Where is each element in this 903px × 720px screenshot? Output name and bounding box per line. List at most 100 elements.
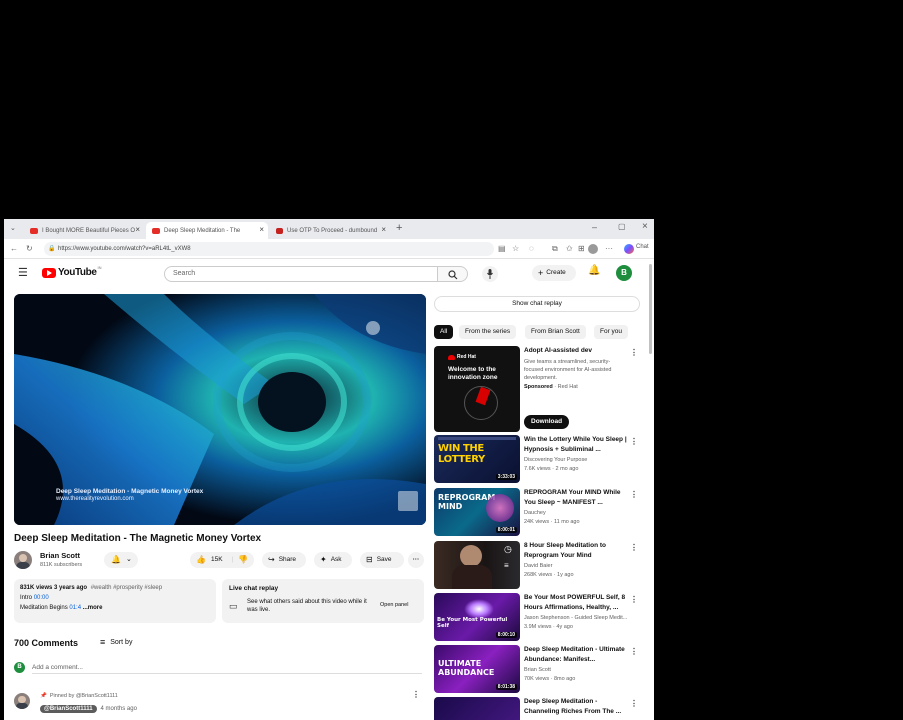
recommendation-2[interactable]: REPROGRAM MIND 8:00:01 REPROGRAM Your MI…	[434, 488, 646, 538]
rec-more-icon[interactable]: ⋮	[630, 543, 638, 552]
rec-channel: Dauchey	[524, 510, 546, 516]
account-avatar[interactable]: B	[616, 265, 632, 281]
recommendation-3[interactable]: ◷ ≡ 8 Hour Sleep Meditation to Reprogram…	[434, 541, 646, 591]
ad-download-button[interactable]: Download	[524, 415, 570, 429]
divider: |	[231, 556, 234, 563]
refresh-icon[interactable]: ↻	[26, 243, 33, 255]
rec-duration: 8:01:38	[495, 684, 517, 690]
refresh-alt-icon[interactable]: ◌	[529, 243, 534, 255]
notifications-bell-icon[interactable]: 🔔	[588, 265, 600, 276]
back-icon[interactable]: ←	[10, 243, 18, 255]
close-tab-icon[interactable]: ×	[259, 225, 264, 234]
rec-thumbnail: Be Your Most Powerful Self 8:00:10	[434, 593, 520, 641]
sparkle-icon: ✦	[320, 555, 327, 564]
comments-count: 700 Comments	[14, 638, 79, 648]
chip-all[interactable]: All	[434, 325, 454, 339]
youtube-logo[interactable]: YouTube IN	[42, 265, 102, 278]
sort-icon: ≡	[100, 637, 106, 647]
url-field[interactable]: 🔒 https://www.youtube.com/watch?v=aRL4tL…	[44, 242, 494, 256]
rec-title: REPROGRAM Your MIND While You Sleep ~ MA…	[524, 489, 621, 506]
tab-2-active[interactable]: Deep Sleep Meditation - The ×	[146, 222, 268, 239]
close-tab-icon[interactable]: ×	[135, 225, 140, 234]
open-panel-button[interactable]: Open panel	[380, 602, 408, 608]
channel-name[interactable]: Brian Scott	[40, 551, 80, 560]
pinned-by-text: Pinned by @BrianScott1111	[49, 693, 118, 699]
minimize-icon[interactable]: –	[592, 222, 597, 232]
close-tab-icon[interactable]: ×	[381, 225, 386, 234]
address-bar-row: ← ↻ 🔒 https://www.youtube.com/watch?v=aR…	[4, 239, 654, 259]
save-button[interactable]: ⊟ Save	[360, 552, 404, 568]
tab-title: I Bought MORE Beautiful Pieces O	[42, 227, 136, 234]
youtube-favicon-icon	[152, 227, 160, 234]
chapter-timestamp[interactable]: 00:00	[34, 595, 49, 601]
favorites-icon[interactable]: ✩	[566, 243, 573, 255]
chip-for-you[interactable]: For you	[594, 325, 629, 339]
close-window-icon[interactable]: ×	[642, 221, 648, 232]
like-count[interactable]: 15K	[211, 552, 223, 568]
recommendation-5[interactable]: ULTIMATE ABUNDANCE 8:01:38 Deep Sleep Me…	[434, 645, 646, 695]
rec-more-icon[interactable]: ⋮	[630, 437, 638, 446]
search-button[interactable]	[438, 266, 468, 282]
rec-more-icon[interactable]: ⋮	[630, 595, 638, 604]
chapter-label: Meditation Begins	[20, 605, 68, 611]
chip-from-brian-scott[interactable]: From Brian Scott	[525, 325, 586, 339]
tab-1[interactable]: I Bought MORE Beautiful Pieces O ×	[24, 222, 144, 239]
show-more-link[interactable]: ...more	[83, 605, 103, 611]
description-box[interactable]: 831K views 3 years ago #wealth #prosperi…	[14, 579, 216, 623]
split-screen-icon[interactable]: ⧉	[552, 243, 558, 255]
collections-icon[interactable]: ⊞	[578, 243, 585, 255]
plus-icon: +	[538, 268, 544, 278]
add-comment-input[interactable]: Add a comment...	[32, 664, 422, 674]
sort-by-button[interactable]: ≡ Sort by	[100, 637, 132, 647]
maximize-icon[interactable]: ▢	[618, 222, 626, 231]
recommendation-1[interactable]: WIN THE LOTTERY 3:33:03 Win the Lottery …	[434, 435, 646, 485]
chapter-timestamp[interactable]: 01:4	[69, 605, 81, 611]
rec-more-icon[interactable]: ⋮	[630, 699, 638, 708]
sponsored-ad-card[interactable]: Red Hat Welcome to the innovation zone A…	[434, 346, 646, 432]
show-chat-replay-button[interactable]: Show chat replay	[434, 296, 640, 312]
tab-menu-icon[interactable]: ⌄	[10, 224, 16, 232]
rec-duration: 8:00:10	[495, 632, 517, 638]
browser-window: ⌄ I Bought MORE Beautiful Pieces O × Dee…	[4, 219, 654, 720]
reader-icon[interactable]: ▤	[498, 243, 506, 255]
lock-icon: 🔒	[48, 246, 56, 252]
rec-channel: Brian Scott	[524, 667, 551, 673]
copilot-label: Chat	[636, 244, 649, 250]
video-player[interactable]: Deep Sleep Meditation - Magnetic Money V…	[14, 294, 426, 525]
add-to-queue-icon[interactable]: ≡	[504, 561, 509, 570]
search-input[interactable]: Search	[164, 266, 438, 282]
channel-avatar[interactable]	[14, 551, 32, 569]
favorite-star-icon[interactable]: ☆	[512, 243, 519, 255]
create-button[interactable]: + Create	[532, 265, 576, 281]
ask-label: Ask	[330, 556, 342, 563]
rec-channel: Jason Stephenson - Guided Sleep Medit...	[524, 615, 628, 621]
ad-more-icon[interactable]: ⋮	[630, 348, 638, 357]
profile-avatar[interactable]	[588, 244, 598, 254]
more-icon[interactable]: ···	[605, 243, 613, 255]
chip-from-the-series[interactable]: From the series	[459, 325, 517, 339]
rec-more-icon[interactable]: ⋮	[630, 647, 638, 656]
dislike-icon[interactable]: 👎	[238, 552, 248, 568]
rec-more-icon[interactable]: ⋮	[630, 490, 638, 499]
recommendation-6[interactable]: Deep Sleep Meditation - Channeling Riche…	[434, 697, 646, 720]
watch-later-icon[interactable]: ◷	[504, 544, 512, 555]
rec-thumb-text: ULTIMATE ABUNDANCE	[438, 659, 495, 677]
ask-button[interactable]: ✦ Ask	[314, 552, 352, 568]
more-actions-icon[interactable]: ···	[408, 552, 424, 568]
rec-meta: 70K views · 8mo ago	[524, 676, 576, 682]
commenter-avatar[interactable]	[14, 693, 30, 709]
voice-search-button[interactable]	[482, 266, 498, 282]
comment-more-icon[interactable]: ⋮	[412, 690, 420, 699]
like-icon[interactable]: 👍	[196, 552, 206, 568]
new-tab-button[interactable]: +	[396, 222, 402, 234]
copilot-icon[interactable]	[624, 244, 634, 254]
subscribe-bell-button[interactable]: 🔔 ⌄	[104, 552, 138, 568]
recommendation-4[interactable]: Be Your Most Powerful Self 8:00:10 Be Yo…	[434, 593, 646, 643]
menu-icon[interactable]: ☰	[18, 266, 28, 279]
hashtags[interactable]: #wealth #prosperity #sleep	[91, 585, 162, 591]
tab-3[interactable]: Use OTP To Proceed - dumbound ×	[270, 222, 390, 239]
share-button[interactable]: ↪ Share	[262, 552, 306, 568]
pinned-label: 📌 Pinned by @BrianScott1111	[40, 693, 118, 699]
page-scrollbar[interactable]	[649, 264, 652, 354]
comment-author[interactable]: @BrianScott1111	[40, 705, 97, 713]
